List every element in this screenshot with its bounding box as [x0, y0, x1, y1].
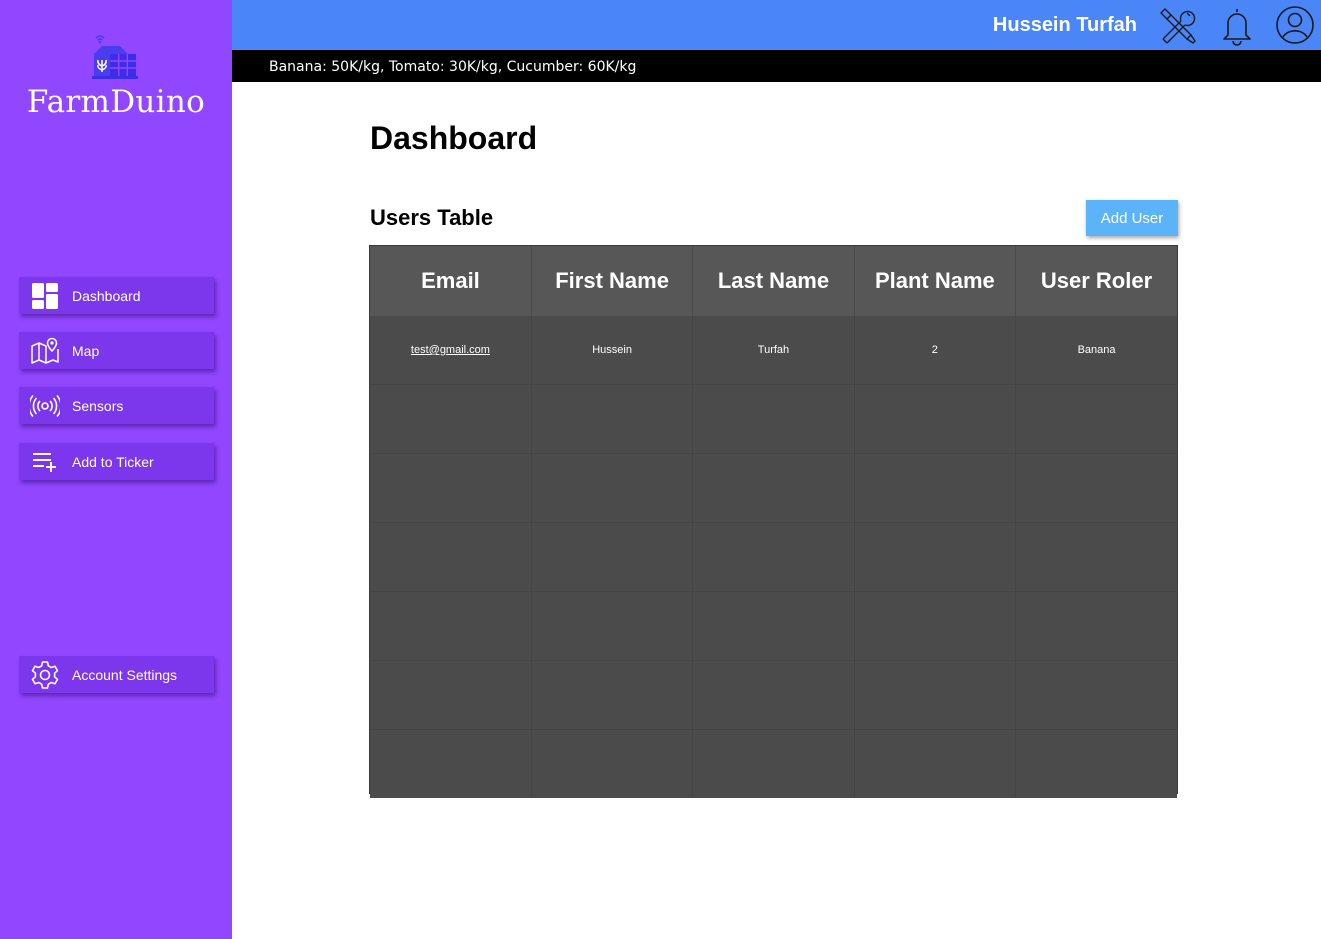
sidebar-item-label: Sensors	[72, 397, 124, 414]
table-row	[370, 660, 1177, 730]
sidebar-item-account-settings[interactable]: Account Settings	[19, 656, 214, 693]
table-cell	[531, 660, 694, 730]
table-cell	[531, 522, 694, 592]
sidebar-item-label: Account Settings	[72, 666, 178, 683]
dashboard-icon	[19, 282, 71, 310]
sensor-icon	[19, 394, 71, 418]
table-cell	[531, 453, 694, 523]
table-row	[370, 522, 1177, 592]
table-cell-email: test@gmail.com	[370, 316, 532, 385]
price-ticker: Banana: 50K/kg, Tomato: 30K/kg, Cucumber…	[232, 50, 1321, 82]
table-row[interactable]: test@gmail.com Hussein Turfah 2 Banana	[370, 316, 1177, 385]
table-cell	[854, 591, 1017, 661]
sidebar-item-label: Add to Ticker	[72, 453, 154, 470]
table-cell	[531, 729, 694, 798]
table-cell	[854, 729, 1017, 798]
table-row	[370, 729, 1177, 798]
table-cell	[1015, 729, 1177, 798]
gear-icon	[19, 660, 71, 690]
column-header-last-name[interactable]: Last Name	[692, 246, 855, 316]
app-name: FarmDuino	[26, 84, 206, 120]
users-table: Email First Name Last Name Plant Name Us…	[369, 245, 1178, 798]
column-header-plant-name[interactable]: Plant Name	[854, 246, 1017, 316]
logo[interactable]: FarmDuino	[0, 30, 232, 120]
table-cell	[692, 453, 855, 523]
table-row	[370, 384, 1177, 454]
table-cell	[370, 660, 532, 730]
section-title: Users Table	[370, 205, 494, 230]
table-cell	[692, 729, 855, 798]
table-cell: Banana	[1015, 316, 1177, 385]
playlist-add-icon	[19, 451, 71, 473]
table-cell	[370, 384, 532, 454]
top-bar: Hussein Turfah	[232, 0, 1321, 50]
table-cell	[370, 729, 532, 798]
user-avatar-icon[interactable]	[1275, 5, 1315, 50]
table-cell: Hussein	[531, 316, 694, 385]
table-cell	[531, 591, 694, 661]
table-cell	[370, 522, 532, 592]
table-cell	[1015, 660, 1177, 730]
table-row	[370, 453, 1177, 523]
map-icon	[19, 337, 71, 365]
table-cell	[370, 591, 532, 661]
column-header-first-name[interactable]: First Name	[531, 246, 694, 316]
table-cell	[854, 384, 1017, 454]
page-title: Dashboard	[370, 120, 538, 156]
sidebar-item-dashboard[interactable]: Dashboard	[19, 277, 214, 314]
column-header-user-role[interactable]: User Roler	[1015, 246, 1177, 316]
table-cell	[854, 660, 1017, 730]
table-cell	[854, 522, 1017, 592]
table-cell	[370, 453, 532, 523]
table-cell: Turfah	[692, 316, 855, 385]
table-cell	[692, 660, 855, 730]
table-cell	[854, 453, 1017, 523]
sidebar-item-label: Dashboard	[72, 287, 141, 304]
table-cell	[1015, 522, 1177, 592]
sidebar-item-sensors[interactable]: Sensors	[19, 387, 214, 424]
column-header-email[interactable]: Email	[370, 246, 532, 316]
sidebar-item-add-to-ticker[interactable]: Add to Ticker	[19, 443, 214, 480]
table-header-row: Email First Name Last Name Plant Name Us…	[370, 246, 1177, 316]
add-user-button[interactable]: Add User	[1086, 200, 1178, 236]
sidebar-item-map[interactable]: Map	[19, 332, 214, 369]
table-cell	[692, 522, 855, 592]
ticker-text: Banana: 50K/kg, Tomato: 30K/kg, Cucumber…	[269, 59, 637, 75]
table-cell	[692, 384, 855, 454]
tools-icon[interactable]	[1157, 5, 1199, 52]
sidebar: FarmDuino Dashboard Map Sensors Add to T…	[0, 0, 232, 939]
greenhouse-logo-icon	[92, 35, 138, 79]
table-cell	[1015, 591, 1177, 661]
table-cell	[692, 591, 855, 661]
table-row	[370, 591, 1177, 661]
sidebar-item-label: Map	[72, 342, 100, 359]
table-cell	[1015, 384, 1177, 454]
username: Hussein Turfah	[992, 14, 1137, 36]
table-cell	[1015, 453, 1177, 523]
table-cell: 2	[854, 316, 1017, 385]
email-link[interactable]: test@gmail.com	[411, 344, 490, 356]
bell-icon[interactable]	[1219, 5, 1255, 52]
table-cell	[531, 384, 694, 454]
